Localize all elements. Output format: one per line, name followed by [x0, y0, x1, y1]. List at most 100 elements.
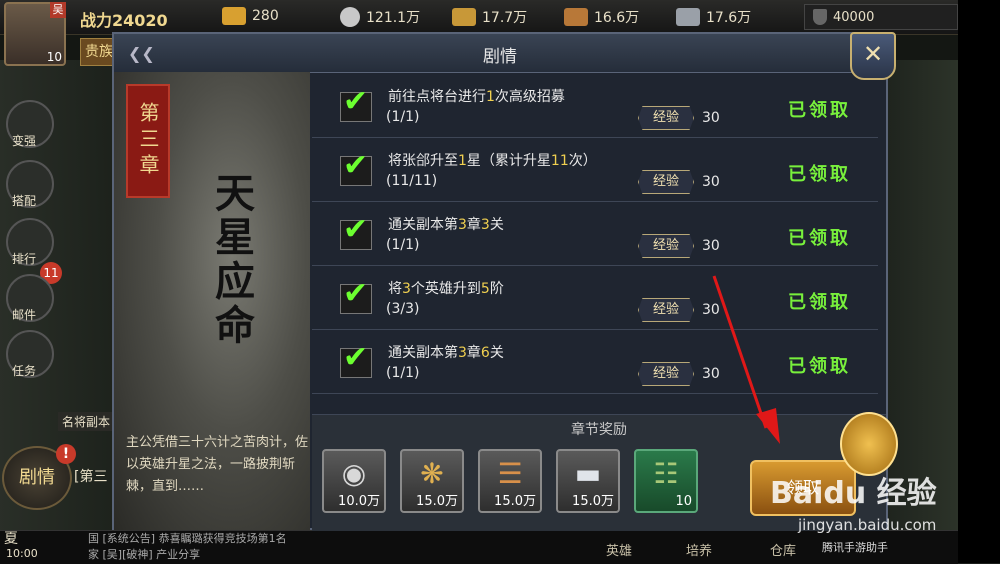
sidebar-label: 任务 — [12, 364, 37, 378]
exp-value: 30 — [702, 302, 720, 318]
checkmark-icon: ✔ — [343, 84, 369, 119]
resource-grain[interactable]: 17.7万 — [452, 7, 527, 27]
alert-icon: ! — [56, 444, 76, 464]
sidebar-label: 排行 — [12, 252, 37, 266]
checkbox: ✔ — [340, 343, 372, 378]
right-sidebar-bg — [888, 60, 958, 530]
claimed-status: 已领取 — [788, 292, 851, 313]
season-label: 夏 — [4, 531, 18, 547]
reward-item[interactable]: ☷ 10 — [634, 449, 698, 513]
task-title: 将3个英雄升到5阶 — [388, 281, 504, 297]
baidu-logo: Baidu 经验 — [770, 476, 937, 511]
checkmark-icon: ✔ — [343, 212, 369, 247]
wood-icon: ☰ — [497, 457, 523, 490]
panel-header: ❮❮ 剧情 — [114, 34, 886, 73]
gold-ingot-icon — [222, 7, 246, 25]
exp-value: 30 — [702, 174, 720, 190]
chapter-tag: 第三章 — [126, 84, 170, 198]
shield-icon — [813, 9, 827, 25]
chat-line[interactable]: 家 [吴][破神] 产业分享 — [88, 546, 200, 562]
claimed-status: 已领取 — [788, 164, 851, 185]
medal-icon — [840, 412, 898, 476]
exp-tag: 经验 — [638, 234, 694, 258]
clock: 10:00 — [6, 547, 38, 560]
checkbox: ✔ — [340, 151, 372, 186]
story-panel: ❮❮ 剧情 ✕ 第三章 天星应命 主公凭借三十六计之苦肉计，佐以英雄升星之法，一… — [112, 32, 898, 531]
checkmark-icon: ✔ — [343, 276, 369, 311]
reward-item[interactable]: ◉ 10.0万 — [322, 449, 386, 513]
reward-count: 15.0万 — [572, 494, 614, 509]
task-title: 前往点将台进行1次高级招募 — [388, 89, 565, 105]
sidebar-label: 邮件 — [12, 308, 37, 322]
checkbox: ✔ — [340, 87, 372, 122]
iron-icon — [676, 8, 700, 26]
task-progress: (3/3) — [386, 301, 420, 317]
player-level: 10 — [46, 50, 62, 64]
task-title: 通关副本第3章6关 — [388, 345, 504, 361]
chapter-art: 第三章 天星应命 主公凭借三十六计之苦肉计，佐以英雄升星之法，一路披荆斩棘，直到… — [114, 72, 310, 530]
reward-count: 15.0万 — [494, 494, 536, 509]
baidu-url: jingyan.baidu.com — [798, 516, 937, 534]
iron-icon: ▬ — [574, 457, 602, 490]
reward-count: 10.0万 — [338, 494, 380, 509]
resource-iron[interactable]: 17.6万 — [676, 7, 751, 27]
resource-gold[interactable]: 280 — [222, 7, 279, 25]
reward-count: 15.0万 — [416, 494, 458, 509]
task-row: ✔ 前往点将台进行1次高级招募 (1/1) 经验 30 已领取 — [312, 74, 878, 138]
task-row: ✔ 将张郃升至1星（累计升星11次） (11/11) 经验 30 已领取 — [312, 138, 878, 202]
task-row: ✔ 通关副本第3章3关 (1/1) 经验 30 已领取 — [312, 202, 878, 266]
power-value: 战力24020 — [80, 11, 168, 30]
bamboo-scroll-icon: ☷ — [653, 457, 679, 490]
task-progress: (1/1) — [386, 237, 420, 253]
reward-title: 章节奖励 — [571, 422, 627, 438]
exp-tag: 经验 — [638, 106, 694, 130]
task-progress: (1/1) — [386, 365, 420, 381]
resource-coin[interactable]: 121.1万 — [340, 7, 420, 27]
task-row: ✔ 通关副本第3章6关 (1/1) 经验 30 已领取 — [312, 330, 878, 394]
task-row: ✔ 将3个英雄升到5阶 (3/3) 经验 30 已领取 — [312, 266, 878, 330]
wood-icon — [564, 8, 588, 26]
grain-icon: ❋ — [420, 457, 444, 490]
chapter-name: 天星应命 — [208, 172, 255, 348]
chapter-mini-label: [第三 — [74, 469, 108, 485]
task-progress: (11/11) — [386, 173, 438, 189]
tab-training[interactable]: 培养 — [686, 540, 712, 559]
vip-badge: 吴 — [50, 2, 66, 18]
chat-line[interactable]: 国 [系统公告] 恭喜瞩璐获得竞技场第1名 — [88, 530, 287, 546]
exp-tag: 经验 — [638, 170, 694, 194]
exp-value: 30 — [702, 110, 720, 126]
tab-warehouse[interactable]: 仓库 — [770, 540, 796, 559]
checkbox: ✔ — [340, 279, 372, 314]
exp-value: 30 — [702, 238, 720, 254]
close-icon: ✕ — [862, 40, 884, 68]
reward-item[interactable]: ▬ 15.0万 — [556, 449, 620, 513]
exp-tag: 经验 — [638, 298, 694, 322]
claimed-status: 已领取 — [788, 100, 851, 121]
sidebar-label: 搭配 — [12, 194, 37, 208]
claimed-status: 已领取 — [788, 356, 851, 377]
checkbox: ✔ — [340, 215, 372, 250]
reward-item[interactable]: ❋ 15.0万 — [400, 449, 464, 513]
reward-count: 10 — [675, 494, 692, 509]
task-title: 将张郃升至1星（累计升星11次） — [388, 153, 597, 169]
panel-title: 剧情 — [483, 47, 517, 67]
task-title: 通关副本第3章3关 — [388, 217, 504, 233]
screen-edge — [958, 0, 1000, 563]
sidebar-label: 变强 — [12, 134, 37, 148]
grain-icon — [452, 8, 476, 26]
exp-tag: 经验 — [638, 362, 694, 386]
tab-heroes[interactable]: 英雄 — [606, 540, 632, 559]
resource-wood[interactable]: 16.6万 — [564, 7, 639, 27]
close-button[interactable]: ✕ — [850, 32, 896, 80]
assistant-watermark: 腾讯手游助手 — [822, 541, 888, 554]
checkmark-icon: ✔ — [343, 148, 369, 183]
shield-value[interactable]: 40000 — [804, 4, 958, 30]
coin-icon — [340, 7, 360, 27]
claimed-status: 已领取 — [788, 228, 851, 249]
exp-value: 30 — [702, 366, 720, 382]
chapter-description: 主公凭借三十六计之苦肉计，佐以英雄升星之法，一路披荆斩棘，直到…… — [126, 435, 309, 494]
coin-icon: ◉ — [341, 457, 367, 490]
reward-item[interactable]: ☰ 15.0万 — [478, 449, 542, 513]
mingjiang-fuben-label[interactable]: 名将副本 — [58, 412, 115, 431]
task-progress: (1/1) — [386, 109, 420, 125]
